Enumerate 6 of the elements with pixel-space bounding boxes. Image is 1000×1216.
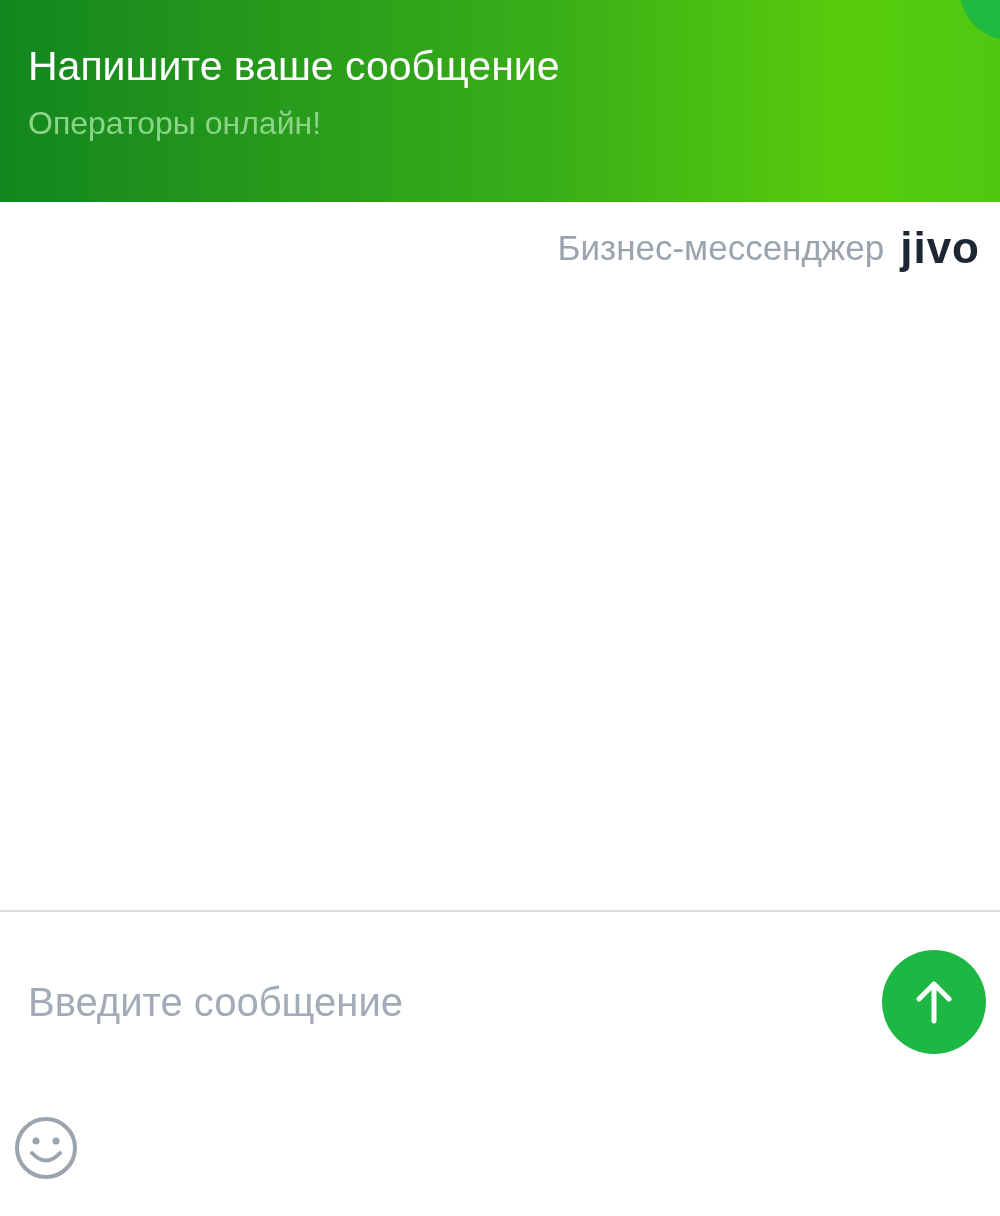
status-text: Операторы онлайн! [28, 104, 322, 142]
chat-title: Напишите ваше сообщение [28, 42, 560, 90]
brand-logo[interactable]: jivo [900, 222, 980, 274]
message-field[interactable]: Введите сообщение [28, 972, 862, 1032]
branding-text: Бизнес-мессенджер [557, 227, 885, 269]
emoji-icon[interactable] [14, 1116, 78, 1180]
